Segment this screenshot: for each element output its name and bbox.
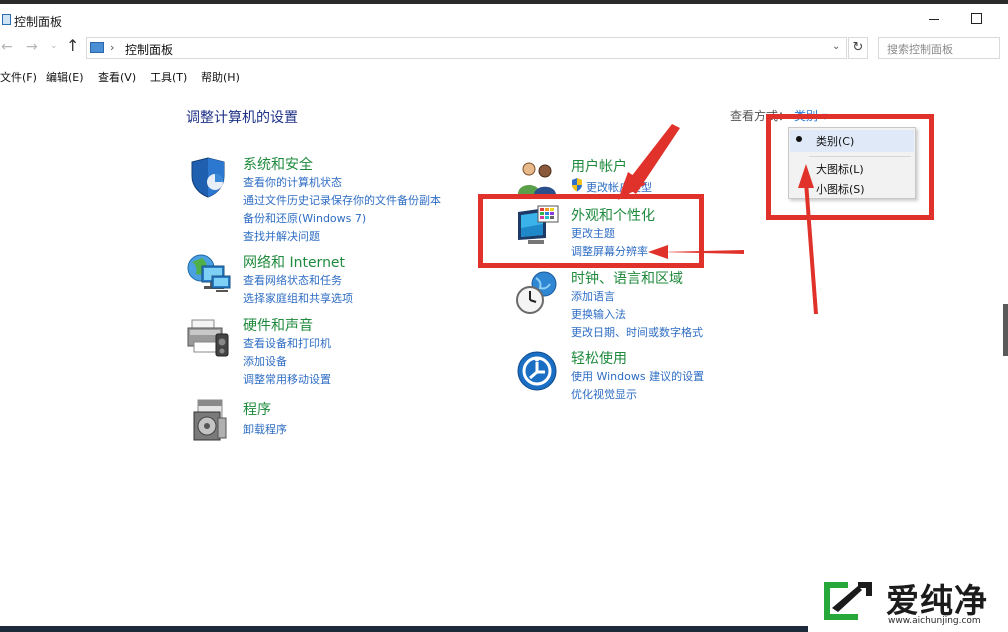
link-change-date-time-format[interactable]: 更改日期、时间或数字格式 xyxy=(571,324,703,340)
annotation-arrows xyxy=(618,124,818,314)
clock-globe-icon[interactable] xyxy=(514,270,560,316)
uac-shield-icon xyxy=(572,178,582,192)
breadcrumb-separator[interactable]: › xyxy=(110,41,114,54)
minimize-button[interactable] xyxy=(920,8,948,30)
scrollbar-thumb[interactable] xyxy=(1003,304,1008,356)
category-title-programs[interactable]: 程序 xyxy=(243,399,271,419)
refresh-button[interactable]: ↻ xyxy=(848,37,868,59)
address-bar[interactable]: › 控制面板 ⌄ xyxy=(86,37,847,59)
category-title-network-internet[interactable]: 网络和 Internet xyxy=(243,252,345,272)
watermark: 爱纯净 www.aichunjing.com xyxy=(808,570,1008,632)
category-title-hardware-sound[interactable]: 硬件和声音 xyxy=(243,315,313,335)
watermark-url: www.aichunjing.com xyxy=(888,616,981,626)
menu-tools[interactable]: 工具(T) xyxy=(150,69,187,85)
back-button[interactable]: ← xyxy=(1,39,13,55)
maximize-button[interactable] xyxy=(962,8,990,30)
category-title-ease-of-access[interactable]: 轻松使用 xyxy=(571,348,627,368)
forward-button[interactable]: → xyxy=(26,39,38,55)
category-title-clock-language[interactable]: 时钟、语言和区域 xyxy=(571,268,683,288)
link-change-input-method[interactable]: 更换输入法 xyxy=(571,306,626,322)
users-icon[interactable] xyxy=(516,160,558,196)
address-dropdown-icon[interactable]: ⌄ xyxy=(832,41,840,52)
link-change-account-type[interactable]: 更改帐户类型 xyxy=(586,179,652,195)
title-bar: 控制面板 xyxy=(0,8,1008,32)
menu-edit[interactable]: 编辑(E) xyxy=(46,69,84,85)
control-panel-icon xyxy=(90,42,104,53)
link-backup-restore[interactable]: 备份和还原(Windows 7) xyxy=(243,210,366,226)
menu-view[interactable]: 查看(V) xyxy=(98,69,136,85)
link-network-status[interactable]: 查看网络状态和任务 xyxy=(243,272,342,288)
watermark-title: 爱纯净 xyxy=(886,581,988,620)
link-troubleshoot[interactable]: 查找并解决问题 xyxy=(243,228,320,244)
category-title-user-accounts[interactable]: 用户帐户 xyxy=(571,156,627,176)
link-file-history-backup[interactable]: 通过文件历史记录保存你的文件备份副本 xyxy=(243,192,441,208)
window-title: 控制面板 xyxy=(14,15,63,29)
link-view-computer-status[interactable]: 查看你的计算机状态 xyxy=(243,174,342,190)
up-button[interactable]: ↑ xyxy=(66,36,79,55)
programs-icon[interactable] xyxy=(192,398,228,442)
annotation-box-appearance xyxy=(478,194,704,268)
page-title: 调整计算机的设置 xyxy=(186,110,298,126)
link-homegroup-sharing[interactable]: 选择家庭组和共享选项 xyxy=(243,290,353,306)
annotation-box-view-menu xyxy=(766,114,934,220)
printer-icon[interactable] xyxy=(186,316,230,360)
shield-icon[interactable] xyxy=(188,156,228,198)
link-optimize-visual-display[interactable]: 优化视觉显示 xyxy=(571,386,637,402)
link-mobility-settings[interactable]: 调整常用移动设置 xyxy=(243,371,331,387)
link-devices-printers[interactable]: 查看设备和打印机 xyxy=(243,335,331,351)
control-panel-window: 控制面板 ← → ⌄ ↑ › 控制面板 ⌄ ↻ 搜索控制面板 文件(F) 编辑(… xyxy=(0,0,1008,632)
breadcrumb-control-panel[interactable]: 控制面板 xyxy=(125,41,173,58)
navigation-bar: ← → ⌄ ↑ › 控制面板 ⌄ ↻ 搜索控制面板 xyxy=(0,34,1008,62)
recent-locations-button[interactable]: ⌄ xyxy=(50,41,58,51)
control-panel-icon xyxy=(2,14,11,25)
menu-file[interactable]: 文件(F) xyxy=(0,69,37,85)
link-add-language[interactable]: 添加语言 xyxy=(571,288,615,304)
link-add-device[interactable]: 添加设备 xyxy=(243,353,287,369)
network-globe-icon[interactable] xyxy=(186,252,232,296)
menu-help[interactable]: 帮助(H) xyxy=(201,69,240,85)
ease-of-access-icon[interactable] xyxy=(516,350,558,392)
menu-bar: 文件(F) 编辑(E) 查看(V) 工具(T) 帮助(H) xyxy=(0,66,1008,86)
category-title-system-security[interactable]: 系统和安全 xyxy=(243,154,313,174)
link-windows-suggested-settings[interactable]: 使用 Windows 建议的设置 xyxy=(571,368,704,384)
watermark-logo-icon xyxy=(824,582,872,620)
search-input[interactable]: 搜索控制面板 xyxy=(878,37,1000,59)
link-uninstall-program[interactable]: 卸载程序 xyxy=(243,421,287,437)
